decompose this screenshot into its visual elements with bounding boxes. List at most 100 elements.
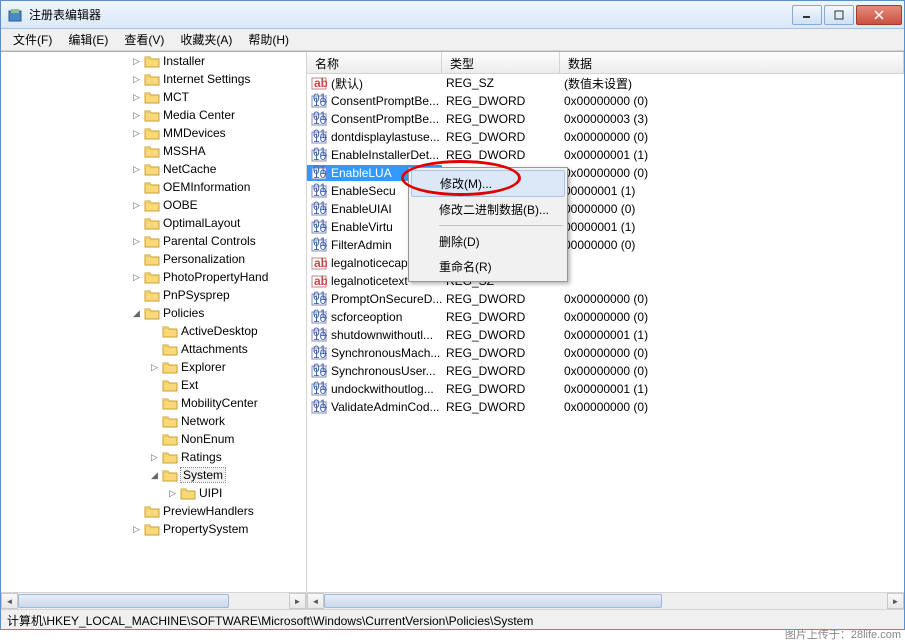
tree-item[interactable]: ▷ Media Center bbox=[1, 106, 306, 124]
tree-item[interactable]: ◢Policies bbox=[1, 304, 306, 322]
scroll-left-icon[interactable]: ◄ bbox=[1, 593, 18, 609]
value-row[interactable]: 011100EnableVirtuREG_DWORD00000001 (1) bbox=[307, 218, 904, 236]
menu-edit[interactable]: 编辑(E) bbox=[60, 29, 116, 50]
column-data[interactable]: 数据 bbox=[560, 52, 904, 73]
titlebar[interactable]: 注册表编辑器 bbox=[1, 1, 904, 29]
value-name: 011100SynchronousMach... bbox=[307, 345, 442, 361]
tree-item[interactable]: NonEnum bbox=[1, 430, 306, 448]
expander-icon[interactable] bbox=[131, 182, 142, 193]
tree-item[interactable]: ▷NetCache bbox=[1, 160, 306, 178]
tree-item[interactable]: ▷Ratings bbox=[1, 448, 306, 466]
scroll-right-icon[interactable]: ► bbox=[289, 593, 306, 609]
tree-item[interactable]: Personalization bbox=[1, 250, 306, 268]
tree-item[interactable]: ▷MMDevices bbox=[1, 124, 306, 142]
expander-icon[interactable]: ▷ bbox=[131, 524, 142, 535]
value-row[interactable]: ab(默认)REG_SZ(数值未设置) bbox=[307, 74, 904, 92]
menu-view[interactable]: 查看(V) bbox=[116, 29, 172, 50]
value-row[interactable]: 011100EnableLUAREG_DWORD0x00000000 (0) bbox=[307, 164, 904, 182]
expander-icon[interactable]: ▷ bbox=[131, 110, 142, 121]
tree-item[interactable]: ▷PropertySystem bbox=[1, 520, 306, 538]
expander-icon[interactable]: ▷ bbox=[131, 128, 142, 139]
tree-item[interactable]: MSSHA bbox=[1, 142, 306, 160]
value-row[interactable]: 011100PromptOnSecureD...REG_DWORD0x00000… bbox=[307, 290, 904, 308]
expander-icon[interactable] bbox=[149, 380, 160, 391]
expander-icon[interactable]: ▷ bbox=[131, 164, 142, 175]
expander-icon[interactable] bbox=[131, 146, 142, 157]
tree-item[interactable]: ▷PhotoPropertyHand bbox=[1, 268, 306, 286]
value-row[interactable]: ablegalnoticecaptionREG_SZ bbox=[307, 254, 904, 272]
tree-hscroll[interactable]: ◄ ► bbox=[1, 592, 306, 609]
tree-item[interactable]: Attachments bbox=[1, 340, 306, 358]
menu-help[interactable]: 帮助(H) bbox=[240, 29, 297, 50]
expander-icon[interactable] bbox=[131, 506, 142, 517]
menu-modify-binary[interactable]: 修改二进制数据(B)... bbox=[411, 197, 565, 222]
list-view[interactable]: ab(默认)REG_SZ(数值未设置)011100ConsentPromptBe… bbox=[307, 74, 904, 592]
scroll-left-icon[interactable]: ◄ bbox=[307, 593, 324, 609]
expander-icon[interactable]: ▷ bbox=[131, 272, 142, 283]
expander-icon[interactable]: ▷ bbox=[149, 362, 160, 373]
menu-modify[interactable]: 修改(M)... bbox=[411, 170, 565, 197]
value-row[interactable]: 011100FilterAdminREG_DWORD00000000 (0) bbox=[307, 236, 904, 254]
scroll-right-icon[interactable]: ► bbox=[887, 593, 904, 609]
list-hscroll[interactable]: ◄ ► bbox=[307, 592, 904, 609]
expander-icon[interactable]: ▷ bbox=[131, 92, 142, 103]
tree-item[interactable]: ▷Internet Settings bbox=[1, 70, 306, 88]
tree-view[interactable]: ▷Installer▷Internet Settings▷MCT▷Media C… bbox=[1, 52, 306, 592]
tree-item[interactable]: OEMInformation bbox=[1, 178, 306, 196]
value-row[interactable]: 011100shutdownwithoutl...REG_DWORD0x0000… bbox=[307, 326, 904, 344]
close-button[interactable] bbox=[856, 5, 902, 25]
expander-icon[interactable]: ▷ bbox=[167, 488, 178, 499]
tree-item[interactable]: ▷MCT bbox=[1, 88, 306, 106]
menu-favorites[interactable]: 收藏夹(A) bbox=[172, 29, 240, 50]
tree-item[interactable]: MobilityCenter bbox=[1, 394, 306, 412]
tree-item[interactable]: PnPSysprep bbox=[1, 286, 306, 304]
maximize-button[interactable] bbox=[824, 5, 854, 25]
tree-item[interactable]: ▷OOBE bbox=[1, 196, 306, 214]
expander-icon[interactable] bbox=[131, 290, 142, 301]
value-row[interactable]: 011100scforceoptionREG_DWORD0x00000000 (… bbox=[307, 308, 904, 326]
column-name[interactable]: 名称 bbox=[307, 52, 442, 73]
value-row[interactable]: 011100dontdisplaylastuse...REG_DWORD0x00… bbox=[307, 128, 904, 146]
value-row[interactable]: 011100ValidateAdminCod...REG_DWORD0x0000… bbox=[307, 398, 904, 416]
expander-icon[interactable] bbox=[149, 398, 160, 409]
minimize-button[interactable] bbox=[792, 5, 822, 25]
menu-delete[interactable]: 删除(D) bbox=[411, 229, 565, 254]
menu-rename[interactable]: 重命名(R) bbox=[411, 254, 565, 279]
tree-item[interactable]: OptimalLayout bbox=[1, 214, 306, 232]
value-row[interactable]: ablegalnoticetextREG_SZ bbox=[307, 272, 904, 290]
expander-icon[interactable] bbox=[149, 344, 160, 355]
column-type[interactable]: 类型 bbox=[442, 52, 560, 73]
value-data: 0x00000000 (0) bbox=[560, 166, 904, 180]
expander-icon[interactable]: ▷ bbox=[131, 236, 142, 247]
value-row[interactable]: 011100SynchronousUser...REG_DWORD0x00000… bbox=[307, 362, 904, 380]
value-row[interactable]: 011100EnableInstallerDet...REG_DWORD0x00… bbox=[307, 146, 904, 164]
tree-item[interactable]: ActiveDesktop bbox=[1, 322, 306, 340]
menu-file[interactable]: 文件(F) bbox=[5, 29, 60, 50]
tree-item[interactable]: ▷Parental Controls bbox=[1, 232, 306, 250]
expander-icon[interactable] bbox=[131, 254, 142, 265]
expander-icon[interactable] bbox=[149, 434, 160, 445]
tree-item[interactable]: ▷Explorer bbox=[1, 358, 306, 376]
value-row[interactable]: 011100EnableUIAIREG_DWORD00000000 (0) bbox=[307, 200, 904, 218]
tree-item[interactable]: ◢System bbox=[1, 466, 306, 484]
expander-icon[interactable] bbox=[149, 416, 160, 427]
value-row[interactable]: 011100SynchronousMach...REG_DWORD0x00000… bbox=[307, 344, 904, 362]
expander-icon[interactable] bbox=[131, 218, 142, 229]
expander-icon[interactable]: ▷ bbox=[131, 200, 142, 211]
expander-icon[interactable] bbox=[149, 326, 160, 337]
expander-icon[interactable]: ◢ bbox=[131, 308, 142, 319]
tree-label: Media Center bbox=[163, 108, 235, 122]
value-row[interactable]: 011100ConsentPromptBe...REG_DWORD0x00000… bbox=[307, 110, 904, 128]
expander-icon[interactable]: ▷ bbox=[149, 452, 160, 463]
tree-item[interactable]: Ext bbox=[1, 376, 306, 394]
expander-icon[interactable]: ▷ bbox=[131, 74, 142, 85]
tree-item[interactable]: ▷UIPI bbox=[1, 484, 306, 502]
expander-icon[interactable]: ◢ bbox=[149, 470, 160, 481]
tree-item[interactable]: ▷Installer bbox=[1, 52, 306, 70]
tree-item[interactable]: Network bbox=[1, 412, 306, 430]
tree-item[interactable]: PreviewHandlers bbox=[1, 502, 306, 520]
value-row[interactable]: 011100ConsentPromptBe...REG_DWORD0x00000… bbox=[307, 92, 904, 110]
value-row[interactable]: 011100undockwithoutlog...REG_DWORD0x0000… bbox=[307, 380, 904, 398]
value-row[interactable]: 011100EnableSecuREG_DWORD00000001 (1) bbox=[307, 182, 904, 200]
expander-icon[interactable]: ▷ bbox=[131, 56, 142, 67]
